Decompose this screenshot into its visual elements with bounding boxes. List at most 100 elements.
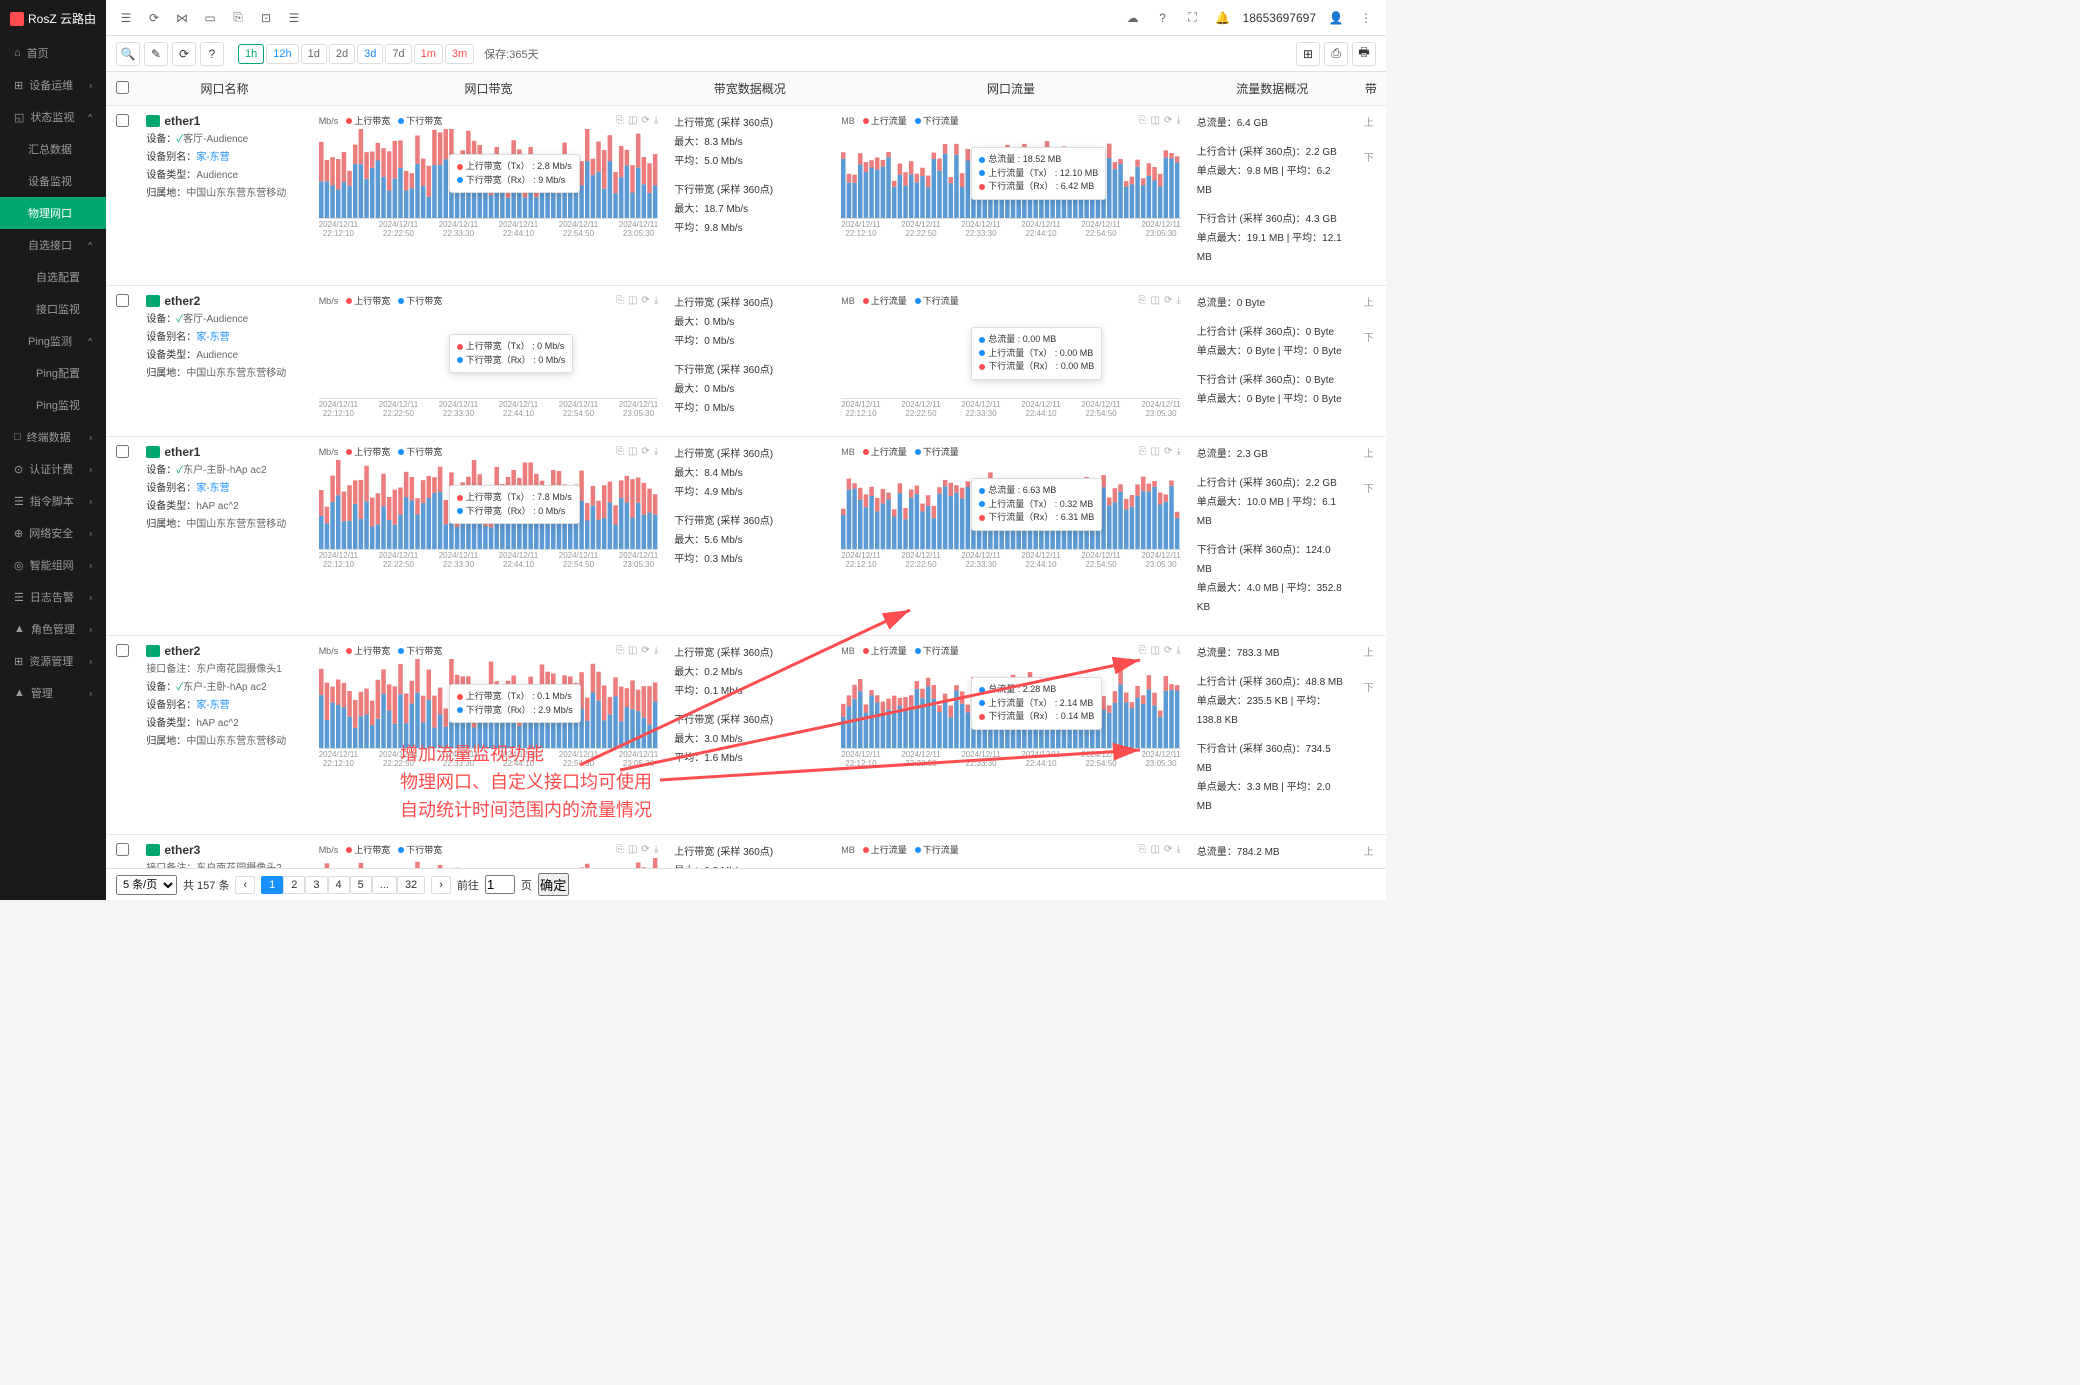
chart-action-icon[interactable]: ⤓ [1176, 295, 1180, 306]
chart-action-icon[interactable]: ⤓ [1176, 844, 1180, 855]
user-name[interactable]: 18653697697 [1243, 11, 1316, 25]
confirm-button[interactable]: 确定 [538, 873, 569, 896]
nav-6[interactable]: 自选接口^ [0, 229, 106, 261]
table-container[interactable]: 网口名称网口带宽带宽数据概况网口流量流量数据概况带 ether1设备：✓客厅-A… [106, 72, 1386, 868]
chart-action-icon[interactable]: ⎘ [1139, 844, 1147, 855]
time-1d[interactable]: 1d [301, 44, 327, 64]
nav-0[interactable]: ⌂首页 [0, 37, 106, 69]
page-4[interactable]: 4 [328, 876, 350, 894]
refresh-icon[interactable]: ⟳ [144, 8, 164, 28]
nav-3[interactable]: 汇总数据 [0, 133, 106, 165]
chart-action-icon[interactable]: ⎘ [1139, 446, 1147, 457]
chart-action-icon[interactable]: ⟳ [1164, 295, 1172, 306]
next-page[interactable]: › [431, 876, 451, 894]
time-7d[interactable]: 7d [385, 44, 411, 64]
chart-action-icon[interactable]: ⤓ [654, 295, 658, 306]
chart-action-icon[interactable]: ⟳ [1164, 115, 1172, 126]
nav-1[interactable]: ⊞设备运维› [0, 69, 106, 101]
chart-action-icon[interactable]: ⎘ [1139, 645, 1147, 656]
chart-action-icon[interactable]: ⤓ [1176, 446, 1180, 457]
device-alias[interactable]: 家-东营 [196, 483, 229, 494]
chart-action-icon[interactable]: ⟳ [641, 115, 649, 126]
nav-2[interactable]: ◱状态监视^ [0, 101, 106, 133]
nav-18[interactable]: ▲角色管理› [0, 613, 106, 645]
nav-11[interactable]: Ping监视 [0, 389, 106, 421]
nav-7[interactable]: 自选配置 [0, 261, 106, 293]
chart-action-icon[interactable]: ◫ [1151, 295, 1160, 306]
chart-action-icon[interactable]: ◫ [1151, 645, 1160, 656]
chart-action-icon[interactable]: ⎘ [1139, 295, 1147, 306]
nav-9[interactable]: Ping监测^ [0, 325, 106, 357]
time-2d[interactable]: 2d [329, 44, 355, 64]
more-icon[interactable]: ⋮ [1356, 8, 1376, 28]
chart-action-icon[interactable]: ⟳ [641, 295, 649, 306]
prev-page[interactable]: ‹ [235, 876, 255, 894]
chart-action-icon[interactable]: ⟳ [1164, 446, 1172, 457]
chart-action-icon[interactable]: ⤓ [1176, 645, 1180, 656]
nav-19[interactable]: ⊞资源管理› [0, 645, 106, 677]
chart-action-icon[interactable]: ⟳ [641, 844, 649, 855]
page-1[interactable]: 1 [261, 876, 283, 894]
cloud-icon[interactable]: ☁ [1123, 8, 1143, 28]
chart-action-icon[interactable]: ⤓ [654, 446, 658, 457]
menu-icon[interactable]: ☰ [116, 8, 136, 28]
fullscreen-icon[interactable]: ⛶ [1183, 8, 1203, 28]
chart-action-icon[interactable]: ⟳ [1164, 844, 1172, 855]
chart-action-icon[interactable]: ◫ [628, 115, 637, 126]
nav-17[interactable]: ☰日志告警› [0, 581, 106, 613]
nav-10[interactable]: Ping配置 [0, 357, 106, 389]
nav-15[interactable]: ⊕网络安全› [0, 517, 106, 549]
tool-icon-1[interactable]: ⋈ [172, 8, 192, 28]
page-5[interactable]: 5 [350, 876, 372, 894]
nav-20[interactable]: ▲管理› [0, 677, 106, 709]
chart-action-icon[interactable]: ⤓ [654, 645, 658, 656]
device-alias[interactable]: 家-东营 [196, 700, 229, 711]
select-all[interactable] [116, 81, 129, 94]
nav-14[interactable]: ☰指令脚本› [0, 485, 106, 517]
time-12h[interactable]: 12h [266, 44, 298, 64]
edit-button[interactable]: ✎ [144, 42, 168, 66]
time-1h[interactable]: 1h [238, 44, 264, 64]
help-icon[interactable]: ? [1153, 8, 1173, 28]
chart-action-icon[interactable]: ⤓ [654, 115, 658, 126]
copy-icon[interactable]: ⎘ [228, 8, 248, 28]
row-checkbox[interactable] [116, 294, 129, 307]
list-icon[interactable]: ☰ [284, 8, 304, 28]
page-size-select[interactable]: 5 条/页 [116, 875, 177, 895]
chart-action-icon[interactable]: ⎘ [616, 446, 624, 457]
time-3m[interactable]: 3m [445, 44, 474, 64]
chart-action-icon[interactable]: ◫ [628, 844, 637, 855]
chart-action-icon[interactable]: ⎘ [616, 295, 624, 306]
export-button[interactable]: ⎙ [1324, 42, 1348, 66]
page-2[interactable]: 2 [283, 876, 305, 894]
import-icon[interactable]: ⊡ [256, 8, 276, 28]
grid-button[interactable]: ⊞ [1296, 42, 1320, 66]
chart-action-icon[interactable]: ⎘ [616, 844, 624, 855]
device-alias[interactable]: 家-东营 [196, 152, 229, 163]
chat-icon[interactable]: ▭ [200, 8, 220, 28]
print-button[interactable]: 🖶 [1352, 42, 1376, 66]
time-1m[interactable]: 1m [414, 44, 443, 64]
page-input[interactable] [485, 875, 515, 894]
chart-action-icon[interactable]: ⤓ [654, 844, 658, 855]
chart-action-icon[interactable]: ⎘ [616, 115, 624, 126]
nav-4[interactable]: 设备监视 [0, 165, 106, 197]
search-button[interactable]: 🔍 [116, 42, 140, 66]
device-alias[interactable]: 家-东营 [196, 332, 229, 343]
page-3[interactable]: 3 [305, 876, 327, 894]
nav-13[interactable]: ⊙认证计费› [0, 453, 106, 485]
chart-action-icon[interactable]: ◫ [1151, 115, 1160, 126]
chart-action-icon[interactable]: ◫ [1151, 844, 1160, 855]
chart-action-icon[interactable]: ◫ [628, 295, 637, 306]
user-icon[interactable]: 👤 [1326, 8, 1346, 28]
page-32[interactable]: 32 [397, 876, 425, 894]
chart-action-icon[interactable]: ⟳ [1164, 645, 1172, 656]
chart-action-icon[interactable]: ⎘ [1139, 115, 1147, 126]
nav-12[interactable]: □终端数据› [0, 421, 106, 453]
chart-action-icon[interactable]: ⤓ [1176, 115, 1180, 126]
reload-button[interactable]: ⟳ [172, 42, 196, 66]
nav-8[interactable]: 接口监视 [0, 293, 106, 325]
chart-action-icon[interactable]: ◫ [628, 645, 637, 656]
nav-5[interactable]: 物理网口 [0, 197, 106, 229]
chart-action-icon[interactable]: ◫ [628, 446, 637, 457]
